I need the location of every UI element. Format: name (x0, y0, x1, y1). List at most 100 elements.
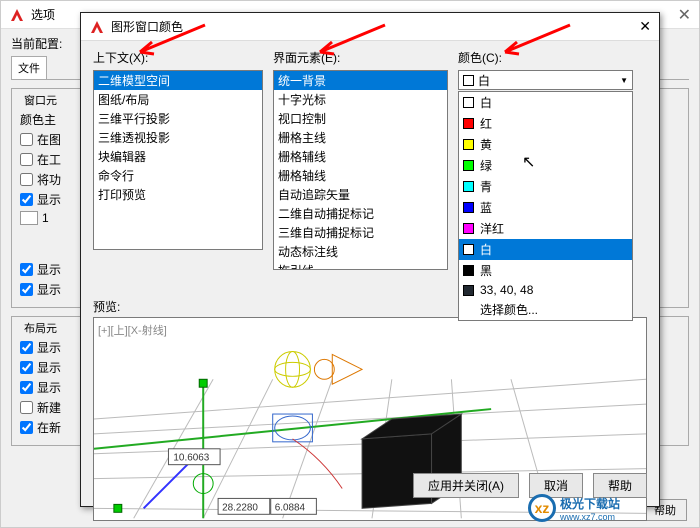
element-listbox[interactable]: 统一背景十字光标视口控制栅格主线栅格辅线栅格轴线自动追踪矢量二维自动捕捉标记三维… (273, 70, 448, 270)
close-icon[interactable]: ✕ (639, 18, 651, 35)
color-option[interactable]: 白 (459, 239, 632, 260)
color-option-label: 蓝 (480, 199, 492, 216)
num-1: 1 (42, 211, 49, 225)
cb-12[interactable] (20, 421, 33, 434)
cb-2-label: 在工 (37, 151, 61, 168)
element-label: 界面元素(E): (273, 49, 448, 66)
color-swatch-icon (463, 202, 474, 213)
context-label: 上下文(X): (93, 49, 263, 66)
mini-input-1[interactable] (20, 211, 38, 225)
cb-11-label: 新建 (37, 399, 61, 416)
group-title-2: 布局元 (20, 320, 61, 336)
color-swatch-icon (463, 75, 474, 86)
cb-8[interactable] (20, 341, 33, 354)
context-item[interactable]: 二维模型空间 (94, 71, 262, 90)
element-item[interactable]: 动态标注线 (274, 242, 447, 261)
cb-1[interactable] (20, 133, 33, 146)
color-selected-text: 白 (478, 72, 490, 89)
cb-2[interactable] (20, 153, 33, 166)
cb-12-label: 在新 (37, 419, 61, 436)
preview-val-c: 6.0884 (275, 502, 306, 513)
context-item[interactable]: 命令行 (94, 166, 262, 185)
color-label: 颜色(C): (458, 49, 633, 66)
color-option-label: 黑 (480, 262, 492, 279)
color-option[interactable]: 青 (459, 176, 632, 197)
context-item[interactable]: 图纸/布局 (94, 90, 262, 109)
color-option[interactable]: 黄 (459, 134, 632, 155)
context-listbox[interactable]: 二维模型空间图纸/布局三维平行投影三维透视投影块编辑器命令行打印预览 (93, 70, 263, 250)
cb-4[interactable] (20, 193, 33, 206)
color-combobox[interactable]: 白 ▼ 白红黄绿青蓝洋红白黑33, 40, 48选择颜色... (458, 70, 633, 90)
cb-3-label: 将功 (37, 171, 61, 188)
context-item[interactable]: 块编辑器 (94, 147, 262, 166)
cb-9[interactable] (20, 361, 33, 374)
preview-corner-text: [+][上][X-射线] (98, 322, 167, 338)
watermark-text: 极光下载站 (560, 495, 620, 512)
color-option-label: 白 (480, 241, 492, 258)
color-swatch-icon (463, 97, 474, 108)
cb-6[interactable] (20, 263, 33, 276)
context-column: 上下文(X): 二维模型空间图纸/布局三维平行投影三维透视投影块编辑器命令行打印… (93, 49, 263, 286)
tab-file[interactable]: 文件 (11, 56, 47, 79)
color-option-label: 绿 (480, 157, 492, 174)
cb-1-label: 在图 (37, 131, 61, 148)
color-option[interactable]: 蓝 (459, 197, 632, 218)
theme-label: 颜色主 (20, 111, 56, 128)
color-option[interactable]: 33, 40, 48 (459, 281, 632, 299)
cb-8-label: 显示 (37, 339, 61, 356)
color-dropdown[interactable]: 白红黄绿青蓝洋红白黑33, 40, 48选择颜色... (458, 91, 633, 321)
color-swatch-icon (463, 160, 474, 171)
color-option[interactable]: 绿 (459, 155, 632, 176)
element-item[interactable]: 二维自动捕捉标记 (274, 204, 447, 223)
color-option[interactable]: 洋红 (459, 218, 632, 239)
element-item[interactable]: 拖引线 (274, 261, 447, 270)
color-swatch-icon (463, 244, 474, 255)
color-dialog-body: 上下文(X): 二维模型空间图纸/布局三维平行投影三维透视投影块编辑器命令行打印… (81, 41, 659, 294)
context-item[interactable]: 打印预览 (94, 185, 262, 204)
app-logo-icon (89, 19, 105, 35)
cb-11[interactable] (20, 401, 33, 414)
color-option-label: 红 (480, 115, 492, 132)
element-column: 界面元素(E): 统一背景十字光标视口控制栅格主线栅格辅线栅格轴线自动追踪矢量二… (273, 49, 448, 286)
color-dialog-title: 图形窗口颜色 (111, 18, 183, 35)
color-option-label: 黄 (480, 136, 492, 153)
context-item[interactable]: 三维透视投影 (94, 128, 262, 147)
color-option-label: 白 (480, 94, 492, 111)
chevron-down-icon: ▼ (620, 76, 628, 85)
color-option-label: 选择颜色... (480, 301, 538, 318)
color-option[interactable]: 白 (459, 92, 632, 113)
color-option[interactable]: 选择颜色... (459, 299, 632, 320)
color-swatch-icon (463, 285, 474, 296)
color-option[interactable]: 红 (459, 113, 632, 134)
watermark-url: www.xz7.com (560, 512, 620, 522)
watermark-icon: xz (528, 494, 556, 522)
options-title: 选项 (31, 6, 55, 23)
color-swatch-icon (463, 265, 474, 276)
color-option-label: 洋红 (480, 220, 504, 237)
element-item[interactable]: 十字光标 (274, 90, 447, 109)
preview-val-a: 10.6063 (173, 453, 209, 464)
element-item[interactable]: 视口控制 (274, 109, 447, 128)
color-option[interactable]: 黑 (459, 260, 632, 281)
cb-7-label: 显示 (37, 281, 61, 298)
close-icon[interactable]: ✕ (678, 5, 691, 25)
color-dialog: 图形窗口颜色 ✕ 上下文(X): 二维模型空间图纸/布局三维平行投影三维透视投影… (80, 12, 660, 507)
cb-6-label: 显示 (37, 261, 61, 278)
element-item[interactable]: 栅格主线 (274, 128, 447, 147)
color-swatch-icon (463, 118, 474, 129)
apply-close-button[interactable]: 应用并关闭(A) (413, 473, 519, 498)
context-item[interactable]: 三维平行投影 (94, 109, 262, 128)
element-item[interactable]: 自动追踪矢量 (274, 185, 447, 204)
cb-7[interactable] (20, 283, 33, 296)
cb-3[interactable] (20, 173, 33, 186)
watermark: xz 极光下载站 www.xz7.com (528, 494, 620, 522)
element-item[interactable]: 栅格辅线 (274, 147, 447, 166)
element-item[interactable]: 三维自动捕捉标记 (274, 223, 447, 242)
color-swatch-icon (463, 181, 474, 192)
color-option-label: 青 (480, 178, 492, 195)
element-item[interactable]: 栅格轴线 (274, 166, 447, 185)
preview-val-b: 28.2280 (222, 502, 258, 513)
color-dialog-titlebar: 图形窗口颜色 ✕ (81, 13, 659, 41)
cb-10[interactable] (20, 381, 33, 394)
element-item[interactable]: 统一背景 (274, 71, 447, 90)
